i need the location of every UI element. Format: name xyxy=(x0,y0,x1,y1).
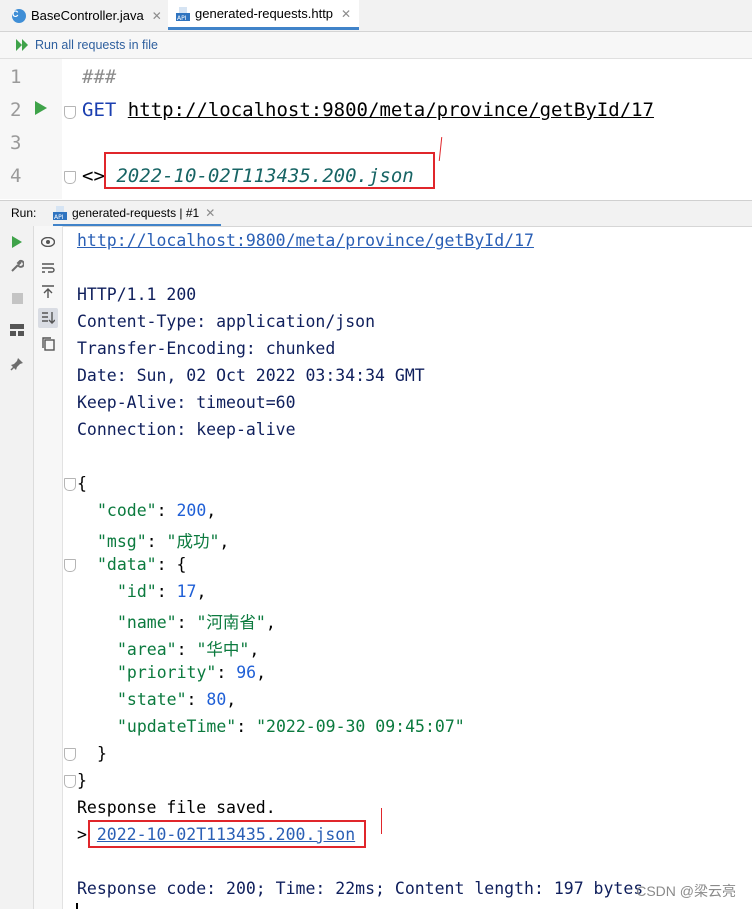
stop-icon[interactable] xyxy=(9,290,25,306)
tab-base-controller[interactable]: C BaseController.java ✕ xyxy=(12,0,162,31)
annotation-mark xyxy=(381,808,382,834)
tab-label: BaseController.java xyxy=(31,8,144,23)
wrench-icon[interactable] xyxy=(9,258,25,274)
response-header: Connection: keep-alive xyxy=(77,420,296,439)
editor-tab-bar: C BaseController.java ✕ API generated-re… xyxy=(0,0,752,32)
pin-icon[interactable] xyxy=(9,356,25,372)
close-icon[interactable]: ✕ xyxy=(341,7,351,21)
http-editor[interactable]: 1 2 3 4 ### GET http://localhost:9800/me… xyxy=(0,59,752,199)
request-line: GET http://localhost:9800/meta/province/… xyxy=(82,99,654,121)
line-number: 3 xyxy=(10,132,22,154)
json-brace: } xyxy=(77,771,87,790)
json-line: "area": "华中", xyxy=(117,640,260,659)
close-icon[interactable]: ✕ xyxy=(152,9,162,23)
json-line: "name": "河南省", xyxy=(117,613,276,632)
highlight-box xyxy=(88,820,366,848)
http-method: GET xyxy=(82,99,117,121)
saved-message: Response file saved. xyxy=(77,798,276,817)
json-line: "msg": "成功", xyxy=(97,532,230,551)
run-all-button[interactable]: Run all requests in file xyxy=(16,38,158,52)
svg-text:API: API xyxy=(177,15,187,21)
fold-icon[interactable] xyxy=(64,171,76,184)
fold-icon[interactable] xyxy=(64,106,76,119)
json-line: "data": { xyxy=(97,555,187,574)
close-icon[interactable]: ✕ xyxy=(205,206,215,220)
highlight-box xyxy=(104,152,435,189)
line-number: 1 xyxy=(10,66,22,88)
run-label: Run: xyxy=(11,206,37,220)
response-header: Keep-Alive: timeout=60 xyxy=(77,393,296,412)
annotation-mark xyxy=(438,137,443,161)
api-file-icon: API xyxy=(53,205,67,220)
response-summary: Response code: 200; Time: 22ms; Content … xyxy=(77,879,644,898)
text-cursor xyxy=(76,903,78,909)
json-line: "updateTime": "2022-09-30 09:45:07" xyxy=(117,717,465,736)
api-file-icon: API xyxy=(176,6,190,22)
run-all-label: Run all requests in file xyxy=(35,38,158,52)
run-panel-header: Run: API generated-requests | #1 ✕ xyxy=(0,200,752,227)
rerun-icon[interactable] xyxy=(9,234,25,250)
status-line: HTTP/1.1 200 xyxy=(77,285,197,304)
line-number: 4 xyxy=(10,165,22,187)
copy-icon[interactable] xyxy=(40,336,56,352)
fold-icon[interactable] xyxy=(64,748,76,761)
run-tab-suffix: #1 xyxy=(185,205,200,220)
output-toolbar xyxy=(34,226,63,909)
scroll-to-end-icon[interactable] xyxy=(38,308,58,328)
response-header: Date: Sun, 02 Oct 2022 03:34:34 GMT xyxy=(77,366,425,385)
tab-generated-requests[interactable]: API generated-requests.http ✕ xyxy=(168,0,360,30)
svg-text:API: API xyxy=(54,214,64,220)
run-tab[interactable]: API generated-requests | #1 ✕ xyxy=(53,201,222,226)
scroll-to-top-icon[interactable] xyxy=(40,284,56,300)
run-request-icon[interactable] xyxy=(35,101,47,120)
soft-wrap-icon[interactable] xyxy=(40,260,56,276)
json-line: "priority": 96, xyxy=(117,663,267,682)
watermark: CSDN @梁云亮 xyxy=(636,883,736,899)
response-header: Transfer-Encoding: chunked xyxy=(77,339,336,358)
json-line: "code": 200, xyxy=(97,501,217,520)
tab-label: generated-requests.http xyxy=(195,6,334,21)
json-brace: { xyxy=(77,474,87,493)
java-class-icon: C xyxy=(12,8,26,23)
request-url[interactable]: http://localhost:9800/meta/province/getB… xyxy=(128,99,654,121)
fold-icon[interactable] xyxy=(64,775,76,788)
request-separator: ### xyxy=(82,66,117,88)
run-tab-label: generated-requests xyxy=(72,205,177,220)
json-line: "id": 17, xyxy=(117,582,207,601)
layout-icon[interactable] xyxy=(9,322,25,338)
output-request-url[interactable]: http://localhost:9800/meta/province/getB… xyxy=(77,231,534,250)
json-line: "state": 80, xyxy=(117,690,237,709)
line-number: 2 xyxy=(10,99,22,121)
fold-icon[interactable] xyxy=(64,559,76,572)
fold-icon[interactable] xyxy=(64,478,76,491)
http-toolbar: Run all requests in file xyxy=(0,32,752,59)
run-all-icon xyxy=(16,39,28,51)
eye-icon[interactable] xyxy=(40,234,56,250)
response-header: Content-Type: application/json xyxy=(77,312,376,331)
json-brace: } xyxy=(97,744,107,763)
run-toolbar xyxy=(0,226,34,909)
